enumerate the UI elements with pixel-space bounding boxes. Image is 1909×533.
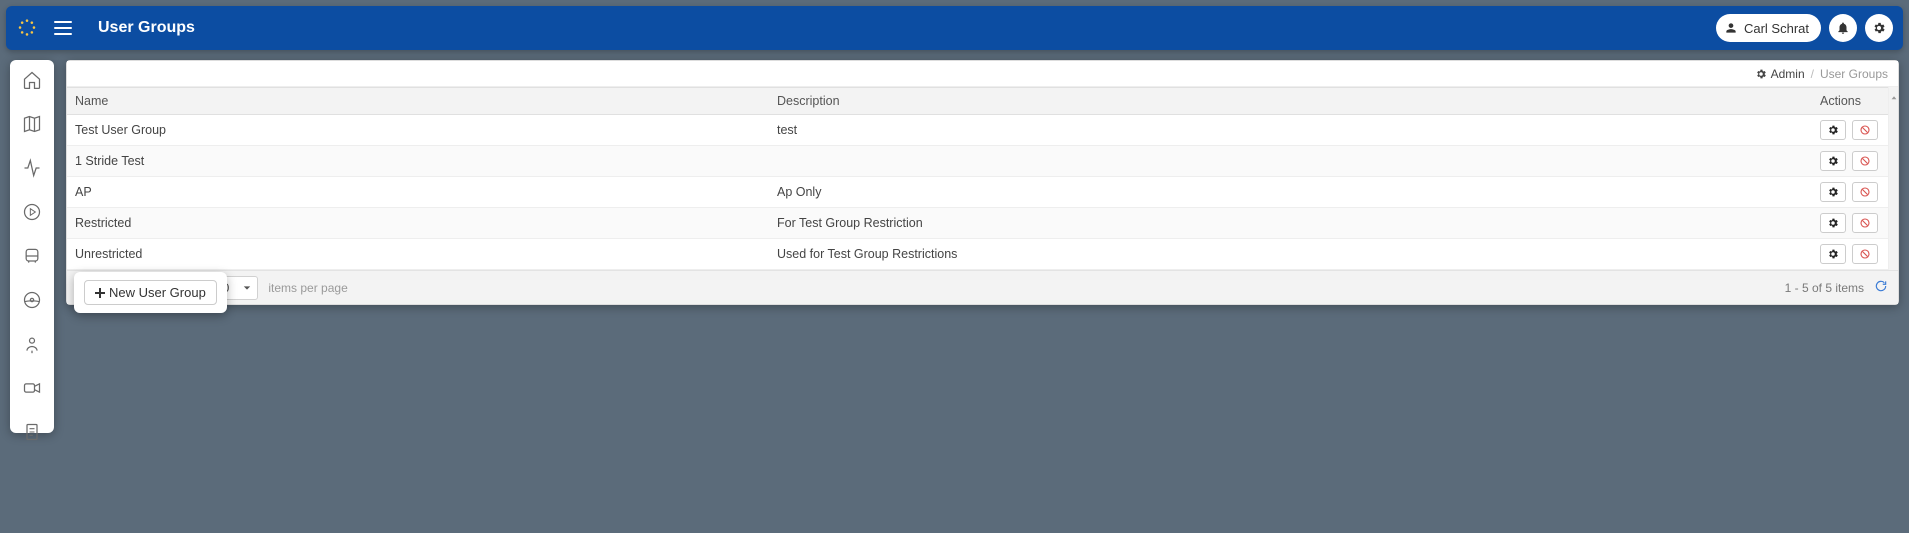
cell-actions	[1812, 177, 1888, 208]
table-row[interactable]: 1 Stride Test	[67, 146, 1898, 177]
cell-description: test	[769, 115, 1812, 146]
top-bar: User Groups Carl Schrat	[6, 6, 1903, 50]
col-header-name[interactable]: Name	[67, 88, 769, 115]
chevron-down-icon	[243, 284, 251, 292]
cell-name: Restricted	[67, 208, 769, 239]
settings-button[interactable]	[1865, 14, 1893, 42]
col-header-description[interactable]: Description	[769, 88, 1812, 115]
cell-description: Ap Only	[769, 177, 1812, 208]
breadcrumb-separator: /	[1811, 67, 1814, 81]
table-row[interactable]: Test User Grouptest	[67, 115, 1898, 146]
row-settings-button[interactable]	[1820, 182, 1846, 202]
table-row[interactable]: APAp Only	[67, 177, 1898, 208]
row-delete-button[interactable]	[1852, 120, 1878, 140]
map-icon	[22, 114, 42, 134]
steering-wheel-icon	[22, 290, 42, 310]
gears-icon	[1872, 21, 1886, 35]
cell-description	[769, 146, 1812, 177]
sidebar-item-play[interactable]	[21, 202, 43, 222]
main-panel: Admin / User Groups Name Description Act…	[66, 60, 1899, 305]
play-circle-icon	[22, 202, 42, 222]
row-delete-button[interactable]	[1852, 244, 1878, 264]
cell-actions	[1812, 146, 1888, 177]
hamburger-menu-icon[interactable]	[54, 17, 76, 39]
user-menu-button[interactable]: Carl Schrat	[1716, 14, 1821, 42]
pager: 1 20 items per page 1 - 5 of 5 items	[67, 270, 1898, 304]
ban-icon	[1859, 155, 1871, 167]
new-user-group-label: New User Group	[109, 285, 206, 300]
document-icon	[22, 422, 42, 442]
sidebar	[10, 60, 54, 433]
gear-icon	[1827, 186, 1839, 198]
col-header-actions: Actions	[1812, 88, 1888, 115]
video-camera-icon	[22, 378, 42, 398]
user-icon	[1724, 21, 1738, 35]
gear-icon	[1827, 248, 1839, 260]
gear-icon	[1827, 217, 1839, 229]
breadcrumb-admin-label: Admin	[1771, 67, 1805, 81]
table-row[interactable]: UnrestrictedUsed for Test Group Restrict…	[67, 239, 1898, 270]
sidebar-item-driver[interactable]	[21, 290, 43, 310]
row-delete-button[interactable]	[1852, 213, 1878, 233]
row-delete-button[interactable]	[1852, 151, 1878, 171]
ban-icon	[1859, 217, 1871, 229]
row-settings-button[interactable]	[1820, 213, 1846, 233]
scroll-up-icon[interactable]	[1891, 89, 1897, 95]
breadcrumb-admin-link[interactable]: Admin	[1755, 67, 1805, 81]
gear-icon	[1827, 155, 1839, 167]
cell-description: For Test Group Restriction	[769, 208, 1812, 239]
ban-icon	[1859, 248, 1871, 260]
activity-icon	[22, 158, 42, 178]
ban-icon	[1859, 124, 1871, 136]
gears-icon	[1755, 68, 1767, 80]
cell-name: 1 Stride Test	[67, 146, 769, 177]
pager-status: 1 - 5 of 5 items	[1785, 281, 1864, 295]
bell-icon	[1836, 21, 1850, 35]
user-groups-table: Name Description Actions Test User Group…	[67, 87, 1898, 270]
sidebar-item-activity[interactable]	[21, 158, 43, 178]
items-per-page-label: items per page	[268, 281, 347, 295]
table-row[interactable]: RestrictedFor Test Group Restriction	[67, 208, 1898, 239]
user-name-label: Carl Schrat	[1744, 21, 1809, 36]
cell-name: Unrestricted	[67, 239, 769, 270]
row-settings-button[interactable]	[1820, 120, 1846, 140]
cell-name: AP	[67, 177, 769, 208]
home-icon	[22, 70, 42, 90]
row-settings-button[interactable]	[1820, 151, 1846, 171]
gear-icon	[1827, 124, 1839, 136]
row-delete-button[interactable]	[1852, 182, 1878, 202]
sidebar-item-home[interactable]	[21, 70, 43, 90]
sidebar-item-vehicle[interactable]	[21, 246, 43, 266]
breadcrumb-current: User Groups	[1820, 67, 1888, 81]
ban-icon	[1859, 186, 1871, 198]
plus-icon	[95, 288, 105, 298]
refresh-icon	[1874, 279, 1888, 293]
bus-icon	[22, 246, 42, 266]
sidebar-item-reports[interactable]	[21, 422, 43, 442]
sidebar-item-camera[interactable]	[21, 378, 43, 398]
cell-actions	[1812, 239, 1888, 270]
sidebar-item-map[interactable]	[21, 114, 43, 134]
refresh-button[interactable]	[1874, 279, 1888, 296]
person-pin-icon	[22, 334, 42, 354]
breadcrumb: Admin / User Groups	[67, 61, 1898, 87]
vertical-scrollbar[interactable]	[1888, 87, 1898, 270]
cell-actions	[1812, 115, 1888, 146]
page-title: User Groups	[98, 19, 195, 37]
sidebar-item-person[interactable]	[21, 334, 43, 354]
notifications-button[interactable]	[1829, 14, 1857, 42]
new-user-group-button[interactable]: New User Group	[84, 280, 217, 305]
row-settings-button[interactable]	[1820, 244, 1846, 264]
app-logo-icon	[16, 17, 38, 39]
cell-actions	[1812, 208, 1888, 239]
cell-name: Test User Group	[67, 115, 769, 146]
cell-description: Used for Test Group Restrictions	[769, 239, 1812, 270]
new-user-group-card: New User Group	[74, 272, 227, 313]
